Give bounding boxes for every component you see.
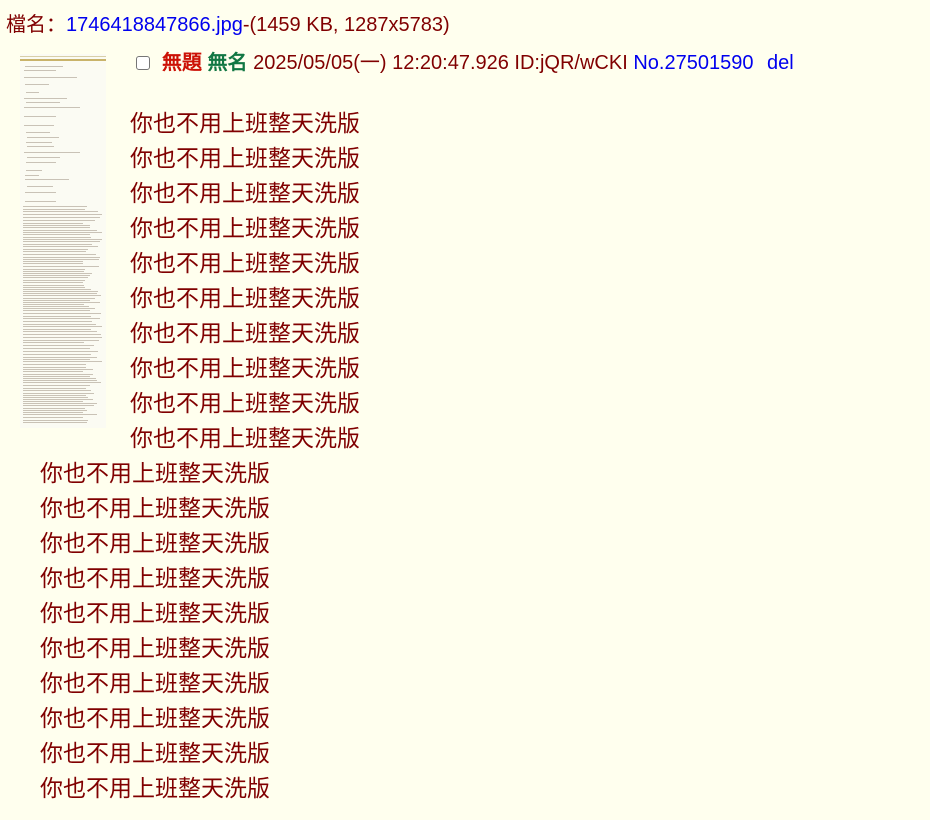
post-body-line: 你也不用上班整天洗版 (130, 215, 360, 241)
post-body-line: 你也不用上班整天洗版 (40, 600, 270, 626)
post-body-line: 你也不用上班整天洗版 (130, 180, 360, 206)
file-link[interactable]: 1746418847866.jpg (66, 14, 243, 36)
post-number-link[interactable]: No.27501590 (633, 52, 753, 74)
post-body-line: 你也不用上班整天洗版 (40, 565, 270, 591)
post-body-line: 你也不用上班整天洗版 (40, 775, 270, 801)
post-body-line: 你也不用上班整天洗版 (130, 390, 360, 416)
post-page: 檔名：1746418847866.jpg-(1459 KB, 1287x5783… (0, 0, 930, 820)
post-body-line: 你也不用上班整天洗版 (130, 145, 360, 171)
post-body-line: 你也不用上班整天洗版 (130, 425, 360, 451)
post-body-line: 你也不用上班整天洗版 (40, 635, 270, 661)
file-info: 檔名：1746418847866.jpg-(1459 KB, 1287x5783… (6, 12, 450, 38)
post-body-line: 你也不用上班整天洗版 (130, 110, 360, 136)
post-subject: 無題 (162, 52, 202, 74)
del-link[interactable]: del (767, 52, 794, 74)
post-body-line: 你也不用上班整天洗版 (40, 495, 270, 521)
poster-name: 無名 (207, 52, 248, 74)
post-body-line: 你也不用上班整天洗版 (40, 740, 270, 766)
delete-checkbox[interactable] (136, 56, 150, 70)
post-body-line: 你也不用上班整天洗版 (130, 285, 360, 311)
post-body-line: 你也不用上班整天洗版 (40, 530, 270, 556)
post-body-line: 你也不用上班整天洗版 (130, 320, 360, 346)
post-body-line: 你也不用上班整天洗版 (130, 355, 360, 381)
post-body-line: 你也不用上班整天洗版 (130, 250, 360, 276)
file-size-info: -(1459 KB, 1287x5783) (242, 14, 450, 36)
post-body-line: 你也不用上班整天洗版 (40, 460, 270, 486)
post-image-thumbnail[interactable] (20, 54, 106, 428)
post-header: 無題 無名 2025/05/05(一) 12:20:47.926 ID:jQR/… (136, 49, 794, 77)
file-label: 檔名： (6, 14, 66, 36)
post-body-line: 你也不用上班整天洗版 (40, 705, 270, 731)
post-body-line: 你也不用上班整天洗版 (40, 670, 270, 696)
post-datetime-id: 2025/05/05(一) 12:20:47.926 ID:jQR/wCKI (253, 52, 628, 74)
